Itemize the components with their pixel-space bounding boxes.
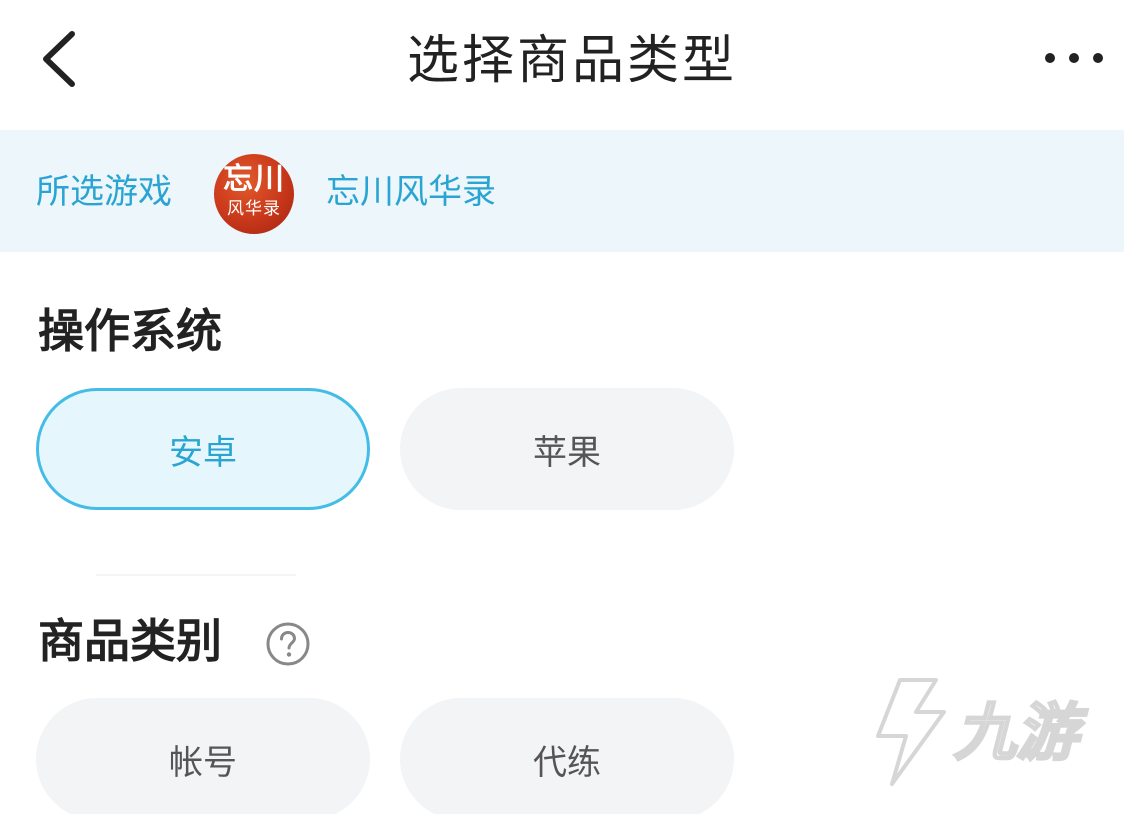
category-section-title: 商品类别 <box>38 614 222 668</box>
header: 选择商品类型 <box>0 0 1124 128</box>
game-logo-text-top: 忘川 <box>223 162 285 197</box>
game-logo-text-bottom: 风华录 <box>227 199 281 219</box>
watermark-logo: 九游 <box>856 672 1096 792</box>
page-title: 选择商品类型 <box>406 31 737 91</box>
watermark-text: 九游 <box>954 699 1088 768</box>
product-type-page: 选择商品类型 所选游戏 忘川 风华录 忘川风华录 操作系统 安卓 苹果 商品类别… <box>0 0 1124 814</box>
game-logo: 忘川 风华录 <box>214 154 294 234</box>
game-name: 忘川风华录 <box>326 172 496 212</box>
os-option-ios[interactable]: 苹果 <box>400 388 734 510</box>
nineyou-logo-icon: 九游 <box>876 678 1089 786</box>
category-option-boosting[interactable]: 代练 <box>400 698 734 814</box>
section-divider <box>96 574 296 576</box>
more-button[interactable] <box>1036 36 1112 80</box>
more-horizontal-icon <box>1045 53 1103 63</box>
selected-game-label: 所选游戏 <box>36 172 172 212</box>
help-button[interactable] <box>264 620 312 668</box>
question-circle-icon <box>266 622 310 666</box>
os-option-android[interactable]: 安卓 <box>36 388 370 510</box>
os-section-title: 操作系统 <box>38 304 222 358</box>
category-option-account[interactable]: 帐号 <box>36 698 370 814</box>
selected-game-bar[interactable]: 所选游戏 忘川 风华录 忘川风华录 <box>0 130 1124 252</box>
